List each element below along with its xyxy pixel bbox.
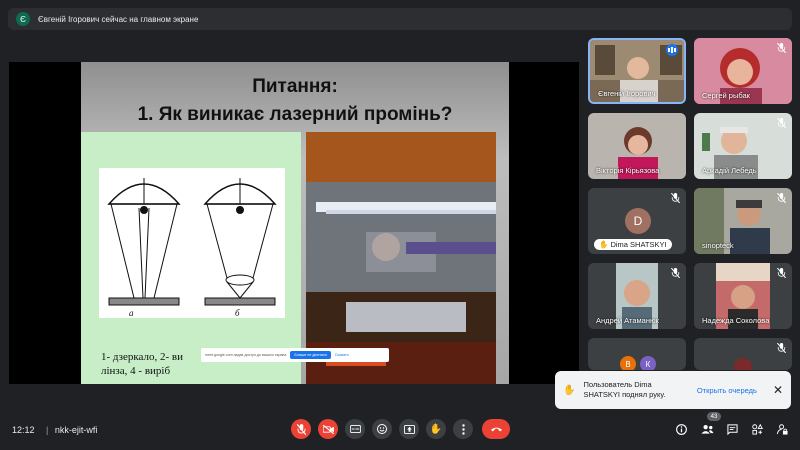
participant-name: ✋ Dima SHATSKYI [594,239,672,250]
participant-tile-8[interactable]: Надежда Соколова [694,263,792,329]
diagram-label-a: а [129,308,134,318]
mic-off-icon [777,43,786,53]
avatar: К [640,356,656,370]
meeting-details-button[interactable] [673,421,689,437]
activities-icon [751,423,763,435]
participant-name: sinopteck [702,241,734,250]
raise-hand-button[interactable]: ✋ [426,419,446,439]
participant-tile-1[interactable]: Євгеній Ігорович [588,38,686,104]
captions-button[interactable] [345,419,365,439]
participant-name: Вікторія Кірьязова [596,166,660,175]
present-icon [403,424,415,434]
more-icon [461,423,465,435]
presenter-avatar: Є [16,12,30,26]
more-options-button[interactable] [453,419,473,439]
people-icon [700,425,714,434]
camera-toggle-button[interactable] [318,419,338,439]
people-button[interactable] [699,421,715,437]
mic-off-icon [777,118,786,128]
captions-icon [349,425,361,433]
emoji-button[interactable] [372,419,392,439]
presenting-text: Євгеній Ігорович сейчас на главном экран… [38,14,199,24]
participant-name-text: Dima SHATSKYI [610,240,667,249]
meeting-code: nkk-ejit-wfi [54,425,98,435]
participant-tile-6[interactable]: sinopteck [694,188,792,254]
participant-name: Сергей рыбак [702,91,750,100]
toast-text: Пользователь Dima SHATSKYI поднял руку. [583,380,666,399]
activities-button[interactable] [749,421,765,437]
speaking-indicator-icon [666,44,678,56]
slide: Питання: 1. Як виникає лазерний промінь? [81,62,509,384]
participant-name: Надежда Соколова [702,316,770,325]
mic-off-icon [296,423,306,435]
hide-popup-link[interactable]: Сховати [335,353,349,357]
clock: 12:12 [12,425,35,435]
participant-tile-3[interactable]: Вікторія Кірьязова [588,113,686,179]
main-presentation: Питання: 1. Як виникає лазерний промінь? [9,62,579,384]
participant-name: Андрей Атаманюк [596,316,659,325]
avatar: D [625,208,651,234]
participant-name: Євгеній Ігорович [598,89,656,98]
end-call-icon [490,427,502,432]
laser-photo [306,132,496,384]
laser-diagram: а б [99,168,285,318]
chat-icon [726,423,738,435]
participant-tile-9[interactable]: В К [588,338,686,370]
screen-share-popup: meet.google.com надає доступ до вашого е… [201,348,389,362]
avatar [734,358,752,370]
popup-text: meet.google.com надає доступ до вашого е… [205,353,287,357]
participant-name: Аркадій Лебедь [702,166,757,175]
raise-hand-icon: ✋ [429,423,443,435]
diagram-panel: а б 1- дзеркало, 2- ви лінза, 4 - виріб [81,132,301,384]
mic-off-icon [671,268,680,278]
raise-hand-icon: ✋ [563,384,576,396]
slide-title: Питання: [252,76,338,97]
participant-tile-7[interactable]: Андрей Атаманюк [588,263,686,329]
avatar: В [620,356,636,370]
stop-sharing-button[interactable]: Більше не ділитися [290,351,331,359]
caption-line-2: лінза, 4 - виріб [101,365,171,377]
participant-tile-4[interactable]: Аркадій Лебедь [694,113,792,179]
camera-off-icon [322,424,334,434]
diagram-label-b: б [235,308,240,318]
mic-off-icon [777,268,786,278]
separator: | [46,425,49,435]
info-icon [675,423,687,435]
mic-off-icon [777,343,786,353]
emoji-icon [377,424,387,434]
leave-call-button[interactable] [482,419,510,439]
host-controls-button[interactable] [774,421,790,437]
close-icon[interactable]: ✕ [773,383,783,397]
raise-hand-icon: ✋ [599,240,611,249]
mic-off-icon [671,193,680,203]
chat-button[interactable] [724,421,740,437]
participant-tile-5[interactable]: D ✋ Dima SHATSKYI [588,188,686,254]
open-queue-button[interactable]: Открыть очередь [697,386,757,395]
present-button[interactable] [399,419,419,439]
raise-hand-toast: ✋ Пользователь Dima SHATSKYI поднял руку… [555,371,791,409]
lock-person-icon [776,423,788,435]
presenting-banner: Є Євгеній Ігорович сейчас на главном экр… [8,8,792,30]
slide-question: 1. Як виникає лазерний промінь? [137,104,453,125]
participant-tile-2[interactable]: Сергей рыбак [694,38,792,104]
participant-tile-10[interactable] [694,338,792,370]
mic-toggle-button[interactable] [291,419,311,439]
meeting-info: | nkk-ejit-wfi [46,425,97,435]
participant-count-badge: 43 [707,412,721,421]
mic-off-icon [777,193,786,203]
